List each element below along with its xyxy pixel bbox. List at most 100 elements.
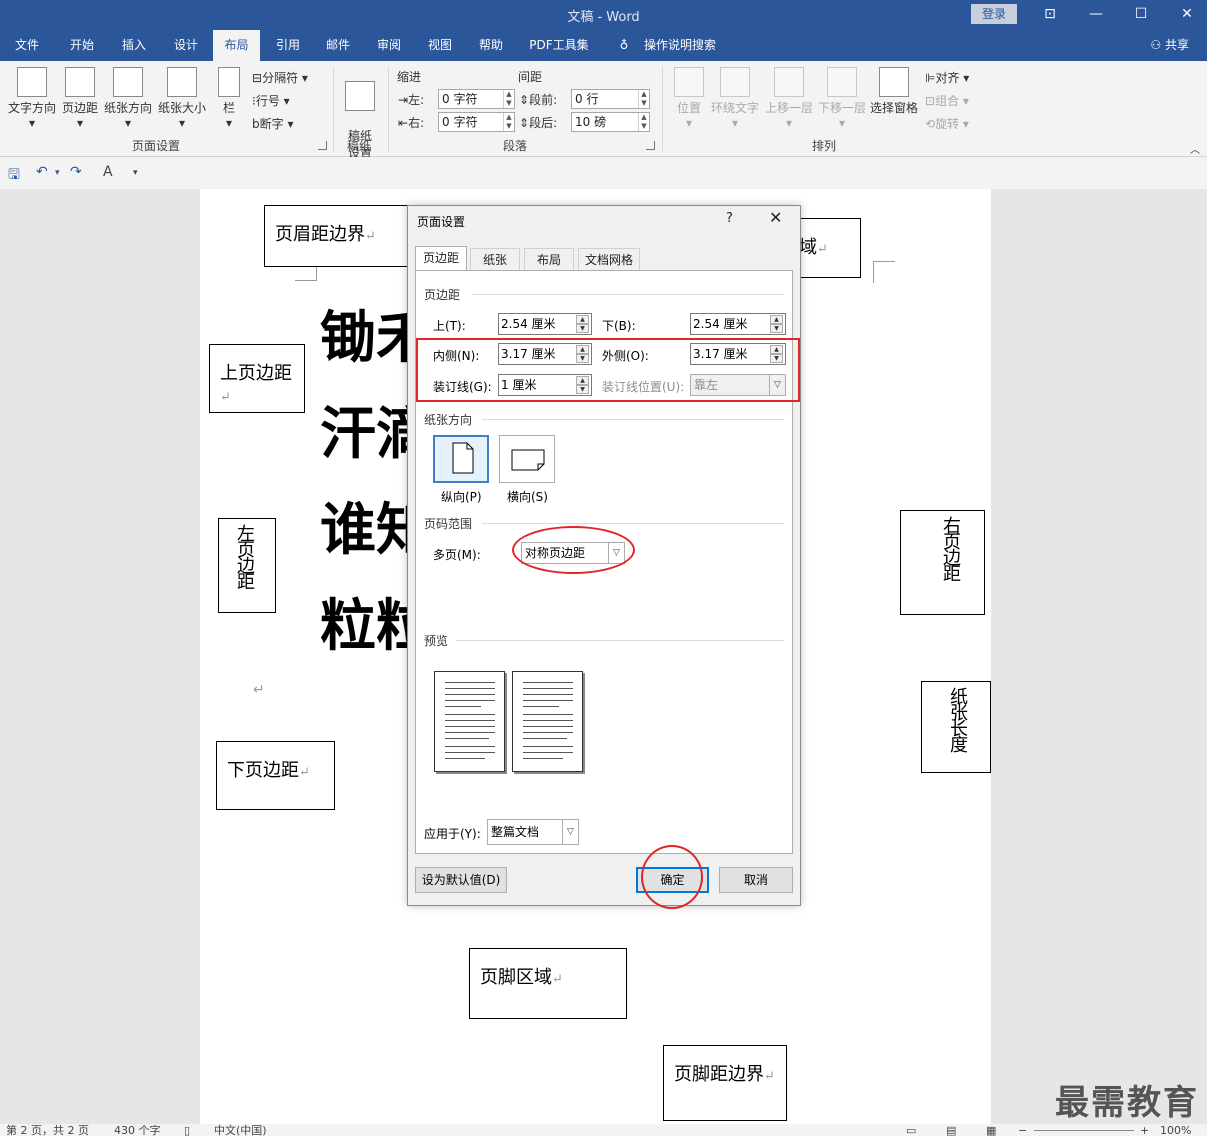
read-mode-icon[interactable]: ▭ [906, 1124, 916, 1136]
spin-arrows-icon[interactable]: ▲ ▼ [638, 90, 649, 108]
header-boundary-box[interactable]: 页眉距边界↵ [264, 205, 410, 267]
spacing-before-label: ⇕段前: [519, 91, 557, 108]
text-direction-icon [17, 67, 47, 97]
tab-references[interactable]: 引用 [266, 30, 310, 61]
apply-to-select[interactable]: 整篇文档 ▽ [487, 819, 579, 845]
tab-design[interactable]: 设计 [164, 30, 208, 61]
indent-right-input[interactable]: 0 字符 ▲ ▼ [438, 112, 515, 132]
print-layout-icon[interactable]: ▤ [946, 1124, 956, 1136]
page-setup-launcher-icon[interactable] [318, 141, 327, 150]
save-icon[interactable]: 🖫 [8, 164, 20, 188]
footer-area-box[interactable]: 页脚区域↵ [469, 948, 627, 1019]
person-icon: ⚇ [1150, 38, 1165, 52]
paragraph-mark: ↵ [552, 972, 563, 987]
font-size-icon[interactable]: A [103, 164, 113, 180]
undo-dropdown-icon[interactable]: ▾ [55, 168, 60, 178]
maximize-icon[interactable]: ☐ [1129, 4, 1153, 24]
page-count[interactable]: 第 2 页，共 2 页 [6, 1124, 89, 1136]
word-count[interactable]: 430 个字 [114, 1124, 161, 1136]
tab-review[interactable]: 审阅 [367, 30, 411, 61]
top-margin-input[interactable]: 2.54 厘米 ▲ ▼ [498, 313, 592, 335]
spacing-before-icon: ⇕ [519, 93, 530, 107]
indent-left-text: 左: [408, 93, 425, 107]
redo-icon[interactable]: ↷ [70, 164, 82, 180]
dialog-tab-layout[interactable]: 布局 [524, 248, 574, 271]
spin-arrows-icon[interactable]: ▲ ▼ [576, 315, 589, 333]
margins-button[interactable]: 页边距 ▾ [60, 67, 100, 130]
annotation-rectangle [416, 338, 800, 402]
paragraph-launcher-icon[interactable] [646, 141, 655, 150]
indent-left-input[interactable]: 0 字符 ▲ ▼ [438, 89, 515, 109]
selection-pane-button[interactable]: 选择窗格 [869, 67, 919, 116]
zoom-out-icon[interactable]: − [1018, 1124, 1027, 1136]
header-area-box[interactable]: 域↵ [798, 218, 861, 278]
line-numbers-button[interactable]: ⁝行号 ▾ [252, 92, 290, 109]
send-backward-button[interactable]: 下移一层 ▾ [816, 67, 868, 130]
set-default-button[interactable]: 设为默认值(D) [415, 867, 507, 893]
tab-home[interactable]: 开始 [60, 30, 104, 61]
bottom-margin-input[interactable]: 2.54 厘米 ▲ ▼ [690, 313, 786, 335]
tab-mailings[interactable]: 邮件 [316, 30, 360, 61]
spin-arrows-icon[interactable]: ▲ ▼ [503, 113, 514, 131]
line-numbers-label: 行号 [255, 94, 280, 108]
tab-insert[interactable]: 插入 [112, 30, 156, 61]
landscape-option[interactable] [499, 435, 555, 483]
close-icon[interactable]: ✕ [1175, 4, 1199, 24]
paper-height-box[interactable]: 纸张长度 [921, 681, 991, 773]
spin-arrows-icon[interactable]: ▲ ▼ [638, 113, 649, 131]
tab-pdf-tools[interactable]: PDF工具集 [524, 30, 594, 61]
help-icon[interactable]: ? [726, 211, 733, 226]
spacing-after-input[interactable]: 10 磅 ▲ ▼ [571, 112, 650, 132]
share-button[interactable]: ⚇ 共享 [1150, 30, 1189, 61]
section-divider [456, 640, 784, 641]
text-direction-button[interactable]: 文字方向 ▾ [6, 67, 58, 130]
right-margin-box[interactable]: 右页边距 [900, 510, 985, 615]
cancel-button[interactable]: 取消 [719, 867, 793, 893]
zoom-in-icon[interactable]: + [1140, 1124, 1149, 1136]
spacing-before-input[interactable]: 0 行 ▲ ▼ [571, 89, 650, 109]
undo-icon[interactable]: ↶ [36, 164, 48, 180]
collapse-ribbon-icon[interactable]: ︿ [1190, 141, 1200, 156]
tab-help[interactable]: 帮助 [469, 30, 513, 61]
portrait-label[interactable]: 纵向(P) [441, 488, 482, 505]
columns-button[interactable]: 栏 ▾ [214, 67, 244, 130]
bring-forward-button[interactable]: 上移一层 ▾ [763, 67, 815, 130]
spin-arrows-icon[interactable]: ▲ ▼ [770, 315, 783, 333]
minimize-icon[interactable]: — [1084, 4, 1108, 24]
wrap-text-button[interactable]: 环绕文字 ▾ [709, 67, 761, 130]
web-layout-icon[interactable]: ▦ [986, 1124, 996, 1136]
tab-file[interactable]: 文件 [6, 30, 48, 61]
breaks-button[interactable]: ⊟分隔符 ▾ [252, 69, 308, 86]
bottom-margin-value: 2.54 厘米 [693, 317, 748, 331]
dialog-tab-margins[interactable]: 页边距 [415, 246, 467, 271]
customize-qat-icon[interactable]: ▾ [133, 168, 138, 178]
tab-layout[interactable]: 布局 [213, 30, 260, 61]
rotate-button[interactable]: ⟲旋转 ▾ [925, 115, 969, 132]
zoom-slider[interactable] [1034, 1130, 1134, 1131]
position-button[interactable]: 位置 ▾ [672, 67, 706, 130]
spin-arrows-icon[interactable]: ▲ ▼ [503, 90, 514, 108]
top-margin-box[interactable]: 上页边距 ↵ [209, 344, 305, 413]
align-button[interactable]: ⊫对齐 ▾ [925, 69, 969, 86]
spacing-before-value: 0 行 [575, 92, 599, 106]
zoom-level[interactable]: 100% [1160, 1124, 1191, 1136]
tell-me-search[interactable]: 操作说明搜索 [638, 30, 722, 61]
language-indicator[interactable]: 中文(中国) [214, 1124, 267, 1136]
dialog-tab-paper[interactable]: 纸张 [470, 248, 520, 271]
group-button[interactable]: ⊡组合 ▾ [925, 92, 969, 109]
landscape-label[interactable]: 横向(S) [507, 488, 548, 505]
dialog-tab-document-grid[interactable]: 文档网格 [578, 248, 640, 271]
dialog-close-icon[interactable]: ✕ [769, 208, 782, 227]
left-margin-box[interactable]: 左页边距 [218, 518, 276, 613]
ribbon-display-icon[interactable]: ⊡ [1038, 4, 1062, 24]
group-label-page-setup: 页面设置 [132, 139, 181, 153]
login-button[interactable]: 登录 [971, 4, 1017, 24]
hyphenation-button[interactable]: b断字 ▾ [252, 115, 293, 132]
bottom-margin-box[interactable]: 下页边距↵ [216, 741, 335, 810]
orientation-button[interactable]: 纸张方向 ▾ [102, 67, 154, 130]
footer-boundary-box[interactable]: 页脚距边界↵ [663, 1045, 787, 1121]
proofing-icon[interactable]: ▯ [184, 1124, 190, 1136]
portrait-option[interactable] [433, 435, 489, 483]
size-button[interactable]: 纸张大小 ▾ [156, 67, 208, 130]
tab-view[interactable]: 视图 [418, 30, 462, 61]
